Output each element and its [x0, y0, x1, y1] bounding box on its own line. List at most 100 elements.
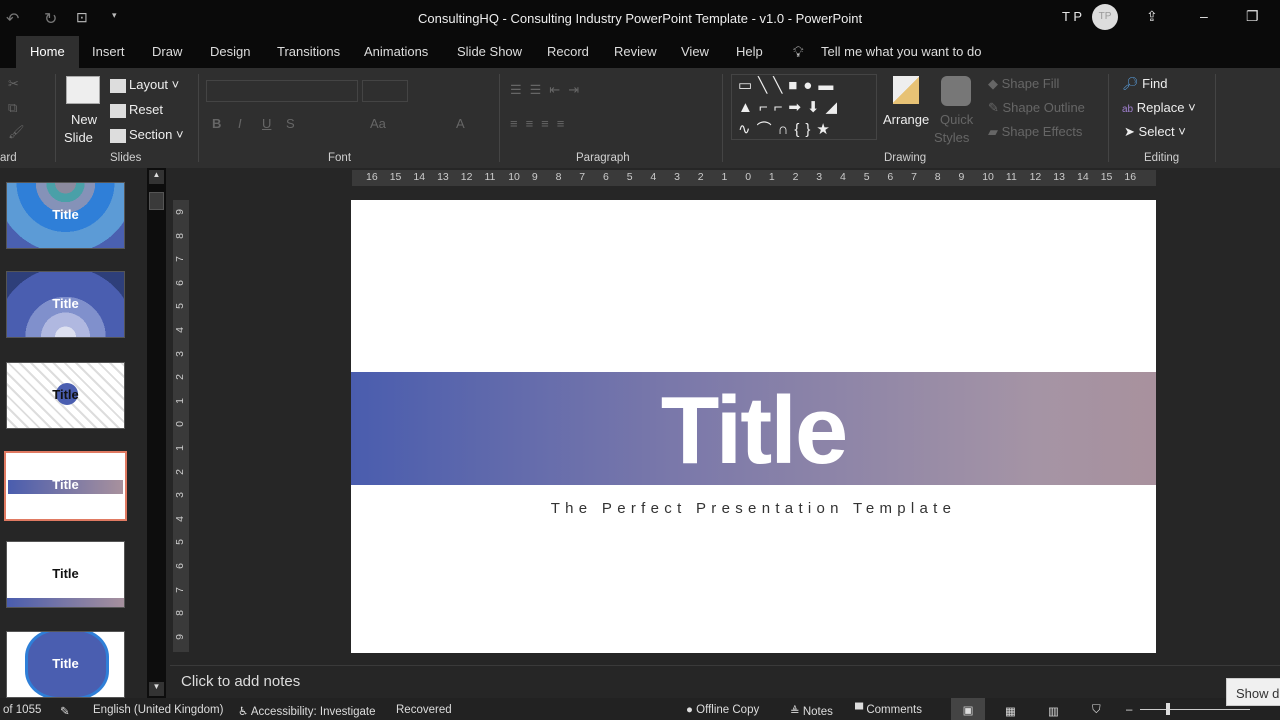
tab-draw[interactable]: Draw: [152, 44, 182, 59]
comments-button[interactable]: ▀ Comments: [855, 704, 922, 716]
quick-styles-icon: [941, 76, 971, 106]
font-size-input[interactable]: [362, 80, 408, 102]
replace-icon: ab: [1122, 104, 1134, 115]
thumbnail-scrollbar[interactable]: ▲ ▼: [147, 168, 166, 698]
bullets-icon[interactable]: ☰☰⇤⇥: [510, 82, 587, 98]
present-icon[interactable]: ⊡: [76, 9, 88, 26]
accessibility-button[interactable]: ♿︎ Accessibility: Investigate: [238, 704, 376, 718]
tab-review[interactable]: Review: [614, 44, 657, 59]
slide-show-button[interactable]: ⛉: [1092, 704, 1101, 717]
undo-icon[interactable]: ↶: [6, 9, 19, 29]
new-slide-dropdown[interactable]: Slide: [64, 130, 93, 145]
font-name-input[interactable]: [206, 80, 358, 102]
arrange-button[interactable]: Arrange: [883, 112, 929, 127]
format-painter-icon[interactable]: 🖌︎: [8, 124, 25, 140]
find-icon: 🔎︎: [1122, 76, 1139, 91]
shape-effects-button[interactable]: ▰ Shape Effects: [988, 124, 1082, 140]
tab-transitions[interactable]: Transitions: [277, 44, 340, 59]
slide-thumbnail-1[interactable]: Title: [6, 182, 125, 249]
ruler-tick-label: 12: [1029, 171, 1042, 183]
restore-icon[interactable]: ❐: [1246, 8, 1259, 25]
notes-pane[interactable]: Click to add notes: [170, 665, 1280, 698]
notes-button[interactable]: ≜ Notes: [790, 704, 833, 718]
tab-slide-show[interactable]: Slide Show: [457, 44, 522, 59]
ribbon: ✂ ⧉ 🖌︎ ard New Slide Layout ˅ Reset Sect…: [0, 68, 1280, 168]
normal-view-button[interactable]: ▣: [951, 698, 985, 720]
scroll-up-icon[interactable]: ▲: [149, 170, 164, 184]
ruler-tick-label: 9: [173, 633, 186, 640]
slide-count: of 1055: [3, 704, 42, 716]
underline-button[interactable]: U: [262, 116, 271, 131]
reading-view-button[interactable]: ▥: [1048, 704, 1059, 718]
find-button[interactable]: 🔎︎ Find: [1122, 76, 1167, 92]
copy-icon[interactable]: ⧉: [8, 100, 17, 116]
replace-button[interactable]: ab Replace ˅: [1122, 100, 1196, 115]
scroll-thumb[interactable]: [149, 192, 164, 210]
font-group-label: Font: [328, 152, 352, 164]
layout-button[interactable]: Layout ˅: [110, 77, 179, 93]
offline-copy-button[interactable]: ● Offline Copy: [686, 704, 759, 716]
ruler-tick-label: 9: [958, 171, 965, 183]
shape-fill-button[interactable]: ◆ Shape Fill: [988, 76, 1059, 92]
redo-icon[interactable]: ↻: [44, 9, 57, 29]
language-button[interactable]: English (United Kingdom): [93, 704, 223, 716]
ruler-tick-label: 7: [579, 171, 586, 183]
tab-view[interactable]: View: [681, 44, 709, 59]
font-color-button[interactable]: A: [456, 116, 465, 131]
ruler-tick-label: 3: [816, 171, 823, 183]
align-icon[interactable]: ≡≡≡≡: [510, 116, 572, 131]
quick-styles-button[interactable]: Quick: [940, 112, 973, 127]
slide-canvas[interactable]: Title The Perfect Presentation Template: [351, 200, 1156, 653]
zoom-out-button[interactable]: –: [1126, 704, 1132, 716]
ruler-tick-label: 5: [173, 303, 186, 310]
zoom-slider[interactable]: [1140, 709, 1250, 710]
notes-placeholder[interactable]: Click to add notes: [181, 673, 300, 690]
slide-thumbnail-6[interactable]: Title: [6, 631, 125, 698]
spelling-icon[interactable]: ✎: [60, 704, 70, 718]
tab-insert[interactable]: Insert: [92, 44, 125, 59]
ruler-tick-label: 1: [768, 171, 775, 183]
ruler-tick-label: 4: [173, 327, 186, 333]
quick-styles-dropdown[interactable]: Styles: [934, 130, 969, 145]
slide-subtitle[interactable]: The Perfect Presentation Template: [351, 500, 1156, 517]
slide-thumbnail-5[interactable]: Title: [6, 541, 125, 608]
ruler-tick-label: 5: [626, 171, 633, 183]
tab-design[interactable]: Design: [210, 44, 250, 59]
ruler-tick-label: 1: [173, 397, 186, 404]
zoom-slider-thumb[interactable]: [1166, 703, 1170, 715]
cut-icon[interactable]: ✂: [8, 76, 19, 92]
select-button[interactable]: ➤ Select ˅: [1124, 124, 1186, 140]
scroll-down-icon[interactable]: ▼: [149, 682, 164, 696]
slide-thumbnail-2[interactable]: Title: [6, 271, 125, 338]
ruler-tick-label: 0: [745, 171, 752, 183]
title-bar: ↶ ↻ ⊡ ▾ ConsultingHQ - Consulting Indust…: [0, 0, 1280, 36]
reset-button[interactable]: Reset: [110, 102, 163, 118]
slide-title[interactable]: Title: [351, 376, 1156, 486]
status-bar: of 1055 ✎ English (United Kingdom) ♿︎ Ac…: [0, 698, 1280, 720]
tab-animations[interactable]: Animations: [364, 44, 428, 59]
tab-home[interactable]: Home: [16, 36, 79, 68]
tab-help[interactable]: Help: [736, 44, 763, 59]
slide-sorter-button[interactable]: ▦: [1005, 704, 1016, 718]
shape-outline-button[interactable]: ✎ Shape Outline: [988, 100, 1085, 116]
tab-record[interactable]: Record: [547, 44, 589, 59]
minimize-icon[interactable]: –: [1200, 8, 1208, 24]
ruler-tick-label: 2: [173, 468, 186, 475]
bold-button[interactable]: B: [212, 116, 221, 131]
ribbon-tabs: Home Insert Draw Design Transitions Anim…: [0, 36, 1280, 68]
new-slide-icon[interactable]: [66, 76, 100, 104]
italic-button[interactable]: I: [238, 116, 242, 131]
tell-me-search[interactable]: Tell me what you want to do: [821, 44, 981, 59]
change-case-button[interactable]: Aa: [370, 116, 386, 131]
avatar[interactable]: TP: [1092, 4, 1118, 30]
slide-thumbnail-4[interactable]: Title: [4, 451, 127, 521]
ruler-tick-label: 9: [173, 209, 186, 215]
customize-icon[interactable]: ▾: [112, 10, 117, 21]
strikethrough-button[interactable]: S: [286, 116, 295, 131]
shapes-gallery[interactable]: ▭╲╲■●▬ ▲⌐⌐➡⬇◢ ∿⌒∩{}★: [731, 74, 877, 140]
share-icon[interactable]: ⇪: [1146, 8, 1158, 25]
slide-thumbnail-3[interactable]: Title: [6, 362, 125, 429]
ruler-tick-label: 12: [460, 171, 473, 183]
new-slide-button[interactable]: New: [71, 112, 97, 127]
section-button[interactable]: Section ˅: [110, 127, 184, 143]
